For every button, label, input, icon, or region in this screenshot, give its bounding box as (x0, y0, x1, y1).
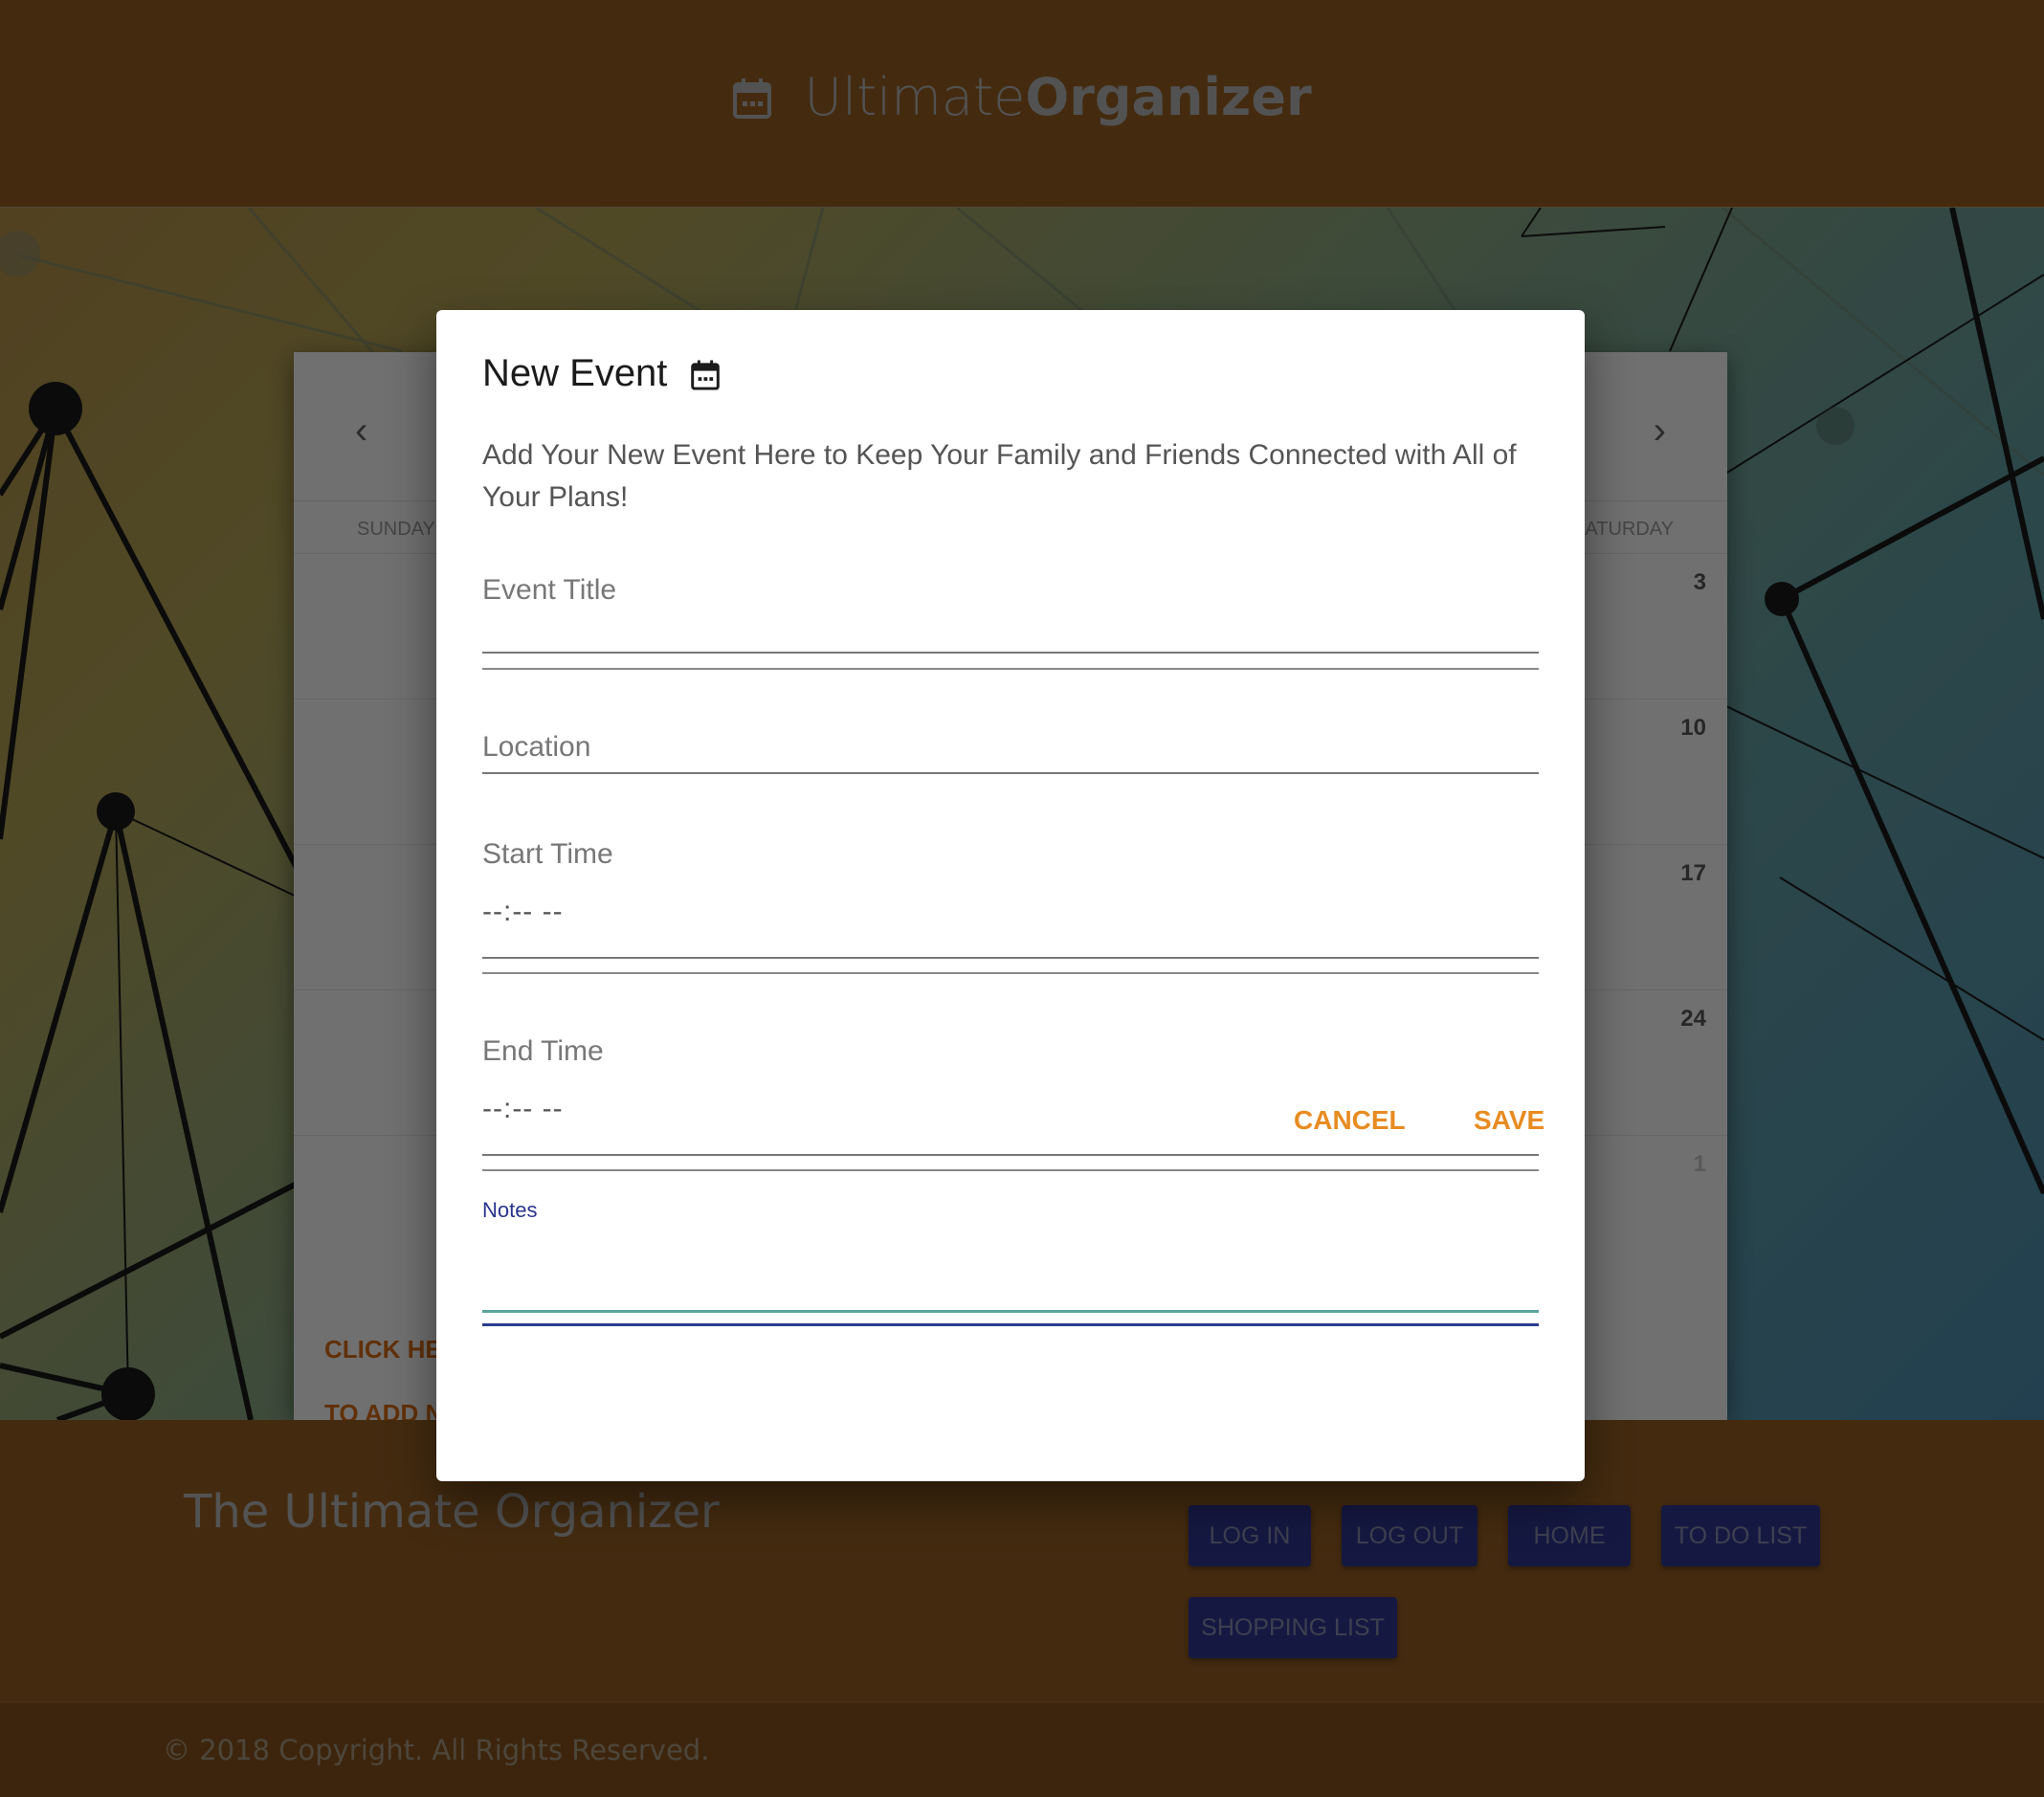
calendar-icon (667, 352, 720, 394)
location-label: Location (482, 731, 591, 763)
start-time-underline (482, 972, 1539, 974)
dialog-description: Add Your New Event Here to Keep Your Fam… (482, 439, 1517, 513)
dialog-title: New Event (482, 352, 721, 395)
new-event-dialog: New Event Add Your New Event Here to Kee… (436, 310, 1585, 1481)
event-title-label: Event Title (482, 574, 617, 606)
notes-underline-focused (482, 1323, 1539, 1326)
dialog-title-text: New Event (482, 352, 668, 394)
notes-label: Notes (482, 1198, 538, 1222)
event-title-underline (482, 668, 1539, 670)
start-time-line (482, 957, 1539, 959)
cancel-button[interactable]: CANCEL (1294, 1105, 1406, 1136)
end-time-underline (482, 1169, 1539, 1171)
notes-input[interactable] (482, 1310, 1539, 1313)
start-time-input[interactable]: --:-- -- (482, 896, 564, 928)
end-time-label: End Time (482, 1035, 604, 1067)
event-title-input[interactable] (482, 652, 1539, 654)
location-input[interactable] (482, 772, 1539, 774)
start-time-label: Start Time (482, 838, 613, 870)
end-time-line (482, 1154, 1539, 1156)
end-time-input[interactable]: --:-- -- (482, 1093, 564, 1125)
save-button[interactable]: SAVE (1474, 1105, 1544, 1136)
